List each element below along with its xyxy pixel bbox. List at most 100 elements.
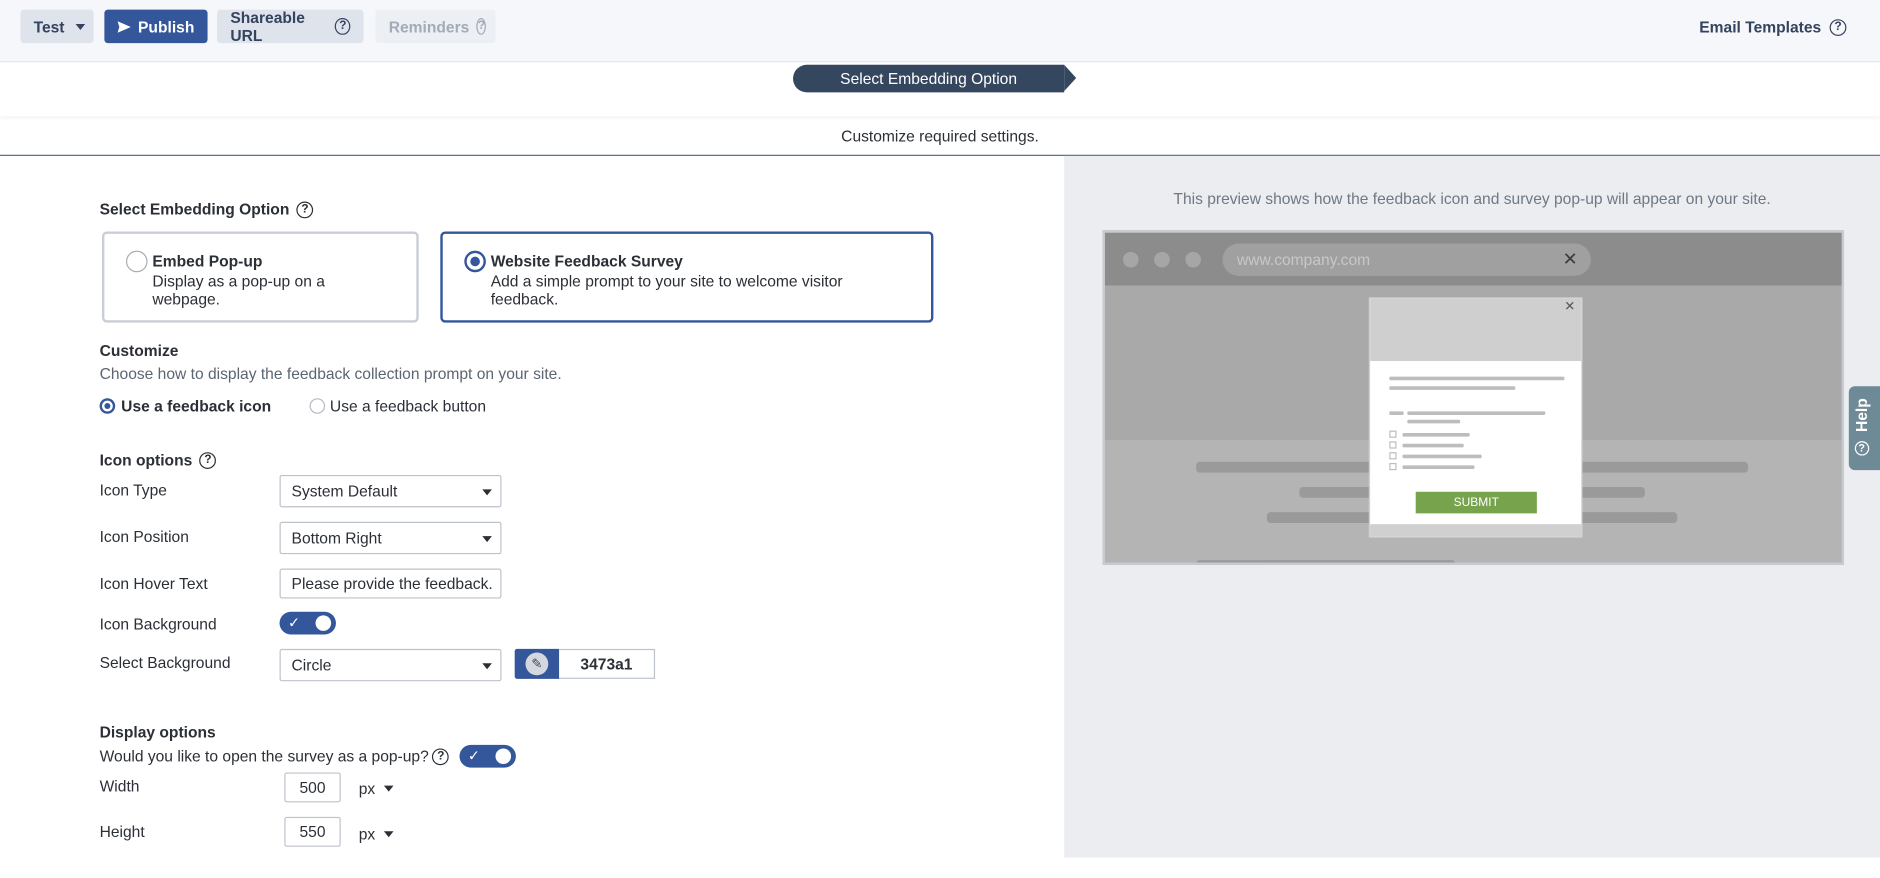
url-text: www.company.com (1236, 250, 1371, 269)
popup-line (1402, 465, 1475, 469)
popup-question-text: Would you like to open the survey as a p… (99, 747, 429, 766)
email-templates-link[interactable]: Email Templates ? (1699, 17, 1847, 36)
question-icon: ? (1855, 441, 1870, 456)
close-icon: ✕ (1562, 249, 1578, 270)
email-templates-label: Email Templates (1699, 17, 1822, 36)
icon-position-select[interactable]: Bottom Right (279, 521, 502, 555)
option-desc: Add a simple prompt to your site to welc… (491, 272, 843, 308)
height-label: Height (99, 822, 145, 841)
select-background-label: Select Background (99, 653, 231, 672)
radio-feedback-button-label[interactable]: Use a feedback button (330, 397, 486, 415)
icon-hover-text-label: Icon Hover Text (99, 574, 208, 593)
preview-pane: This preview shows how the feedback icon… (1064, 155, 1880, 858)
option-website-feedback-survey[interactable]: Website Feedback Survey Add a simple pro… (440, 231, 934, 323)
icon-background-toggle[interactable]: ✓ (279, 611, 336, 635)
question-icon[interactable]: ? (296, 200, 314, 218)
browser-top-bar: www.company.com ✕ (1104, 232, 1842, 286)
caret-down-icon (482, 489, 492, 496)
popup-line (1402, 443, 1464, 448)
option-desc-line: Add a simple prompt to your site to welc… (490, 272, 843, 291)
submit-button-mockup: SUBMIT (1415, 491, 1537, 514)
survey-popup-mockup: ✕ SUBMIT (1368, 297, 1583, 538)
popup-line (1389, 411, 1404, 416)
embedding-heading-text: Select Embedding Option (99, 200, 290, 219)
window-dot (1185, 251, 1201, 268)
icon-type-label: Icon Type (99, 480, 167, 499)
radio-website-feedback[interactable] (464, 250, 486, 273)
width-label: Width (99, 777, 140, 796)
option-desc-line: feedback. (490, 290, 559, 309)
popup-line (1402, 433, 1470, 437)
icon-options-heading-text: Icon options (99, 450, 193, 469)
width-input[interactable]: 500 (284, 772, 341, 803)
top-toolbar: Test Publish Shareable URL ? Reminders ?… (0, 0, 1880, 63)
test-label: Test (33, 17, 65, 36)
popup-toggle[interactable]: ✓ (459, 744, 516, 768)
window-dot (1122, 251, 1139, 268)
step-title: Select Embedding Option (840, 69, 1018, 88)
radio-feedback-icon-label[interactable]: Use a feedback icon (121, 397, 271, 415)
help-text: Help (1852, 398, 1871, 433)
customize-heading: Customize (99, 341, 179, 360)
send-icon (117, 20, 131, 33)
question-icon[interactable]: ? (199, 451, 217, 469)
icon-type-value: System Default (291, 482, 398, 501)
check-icon: ✓ (287, 614, 301, 631)
popup-line (1407, 411, 1546, 416)
icon-type-select[interactable]: System Default (279, 474, 502, 508)
display-options-heading: Display options (99, 723, 216, 742)
reminders-button[interactable]: Reminders ? (375, 9, 496, 44)
height-unit-dropdown[interactable]: px (358, 825, 394, 844)
width-unit-value: px (358, 779, 376, 798)
icon-position-value: Bottom Right (291, 528, 382, 547)
option-embed-popup[interactable]: Embed Pop-up Display as a pop-up on a we… (101, 231, 419, 323)
popup-checkbox (1389, 452, 1397, 460)
pencil-icon: ✎ (525, 652, 549, 676)
radio-embed-popup[interactable] (125, 250, 148, 273)
select-background-value: Circle (291, 656, 332, 675)
url-bar: www.company.com ✕ (1222, 243, 1591, 276)
shareable-url-button[interactable]: Shareable URL ? (217, 8, 364, 45)
radio-feedback-button[interactable] (309, 398, 326, 414)
option-title: Website Feedback Survey (490, 251, 683, 270)
height-unit-value: px (358, 825, 376, 844)
popup-checkbox (1389, 430, 1397, 438)
option-desc: Display as a pop-up on a webpage. (152, 272, 325, 308)
publish-button[interactable]: Publish (104, 9, 208, 44)
customize-desc: Choose how to display the feedback colle… (99, 364, 562, 383)
option-title: Embed Pop-up (152, 251, 263, 270)
option-desc-line: Display as a pop-up on a (152, 272, 325, 291)
height-input[interactable]: 550 (284, 816, 341, 847)
browser-mockup: www.company.com ✕ ✕ SUBMIT (1102, 230, 1845, 565)
caret-down-icon (482, 663, 492, 670)
caret-down-icon (75, 23, 85, 30)
shareable-label: Shareable URL (230, 8, 305, 45)
popup-footer (1370, 524, 1582, 537)
close-icon: ✕ (1564, 299, 1576, 315)
select-background-select[interactable]: Circle (279, 648, 502, 682)
caret-down-icon (482, 536, 492, 543)
question-icon[interactable]: ? (476, 17, 487, 35)
color-picker-button[interactable]: ✎ (514, 648, 560, 679)
step-chip[interactable]: Select Embedding Option (793, 64, 1077, 93)
question-icon[interactable]: ? (335, 17, 351, 35)
publish-label: Publish (138, 17, 195, 36)
preview-note: This preview shows how the feedback icon… (1173, 189, 1771, 208)
icon-position-label: Icon Position (99, 527, 189, 546)
color-hex-input[interactable]: 3473a1 (559, 648, 656, 679)
popup-question: Would you like to open the survey as a p… (100, 747, 450, 765)
question-icon[interactable]: ? (1829, 18, 1847, 36)
test-dropdown-button[interactable]: Test (20, 9, 94, 44)
width-unit-dropdown[interactable]: px (358, 779, 394, 798)
icon-background-label: Icon Background (99, 615, 217, 634)
reminders-label: Reminders (388, 17, 470, 36)
option-desc-line: webpage. (152, 290, 221, 309)
icon-hover-text-input[interactable]: Please provide the feedback. (279, 568, 502, 599)
help-tab[interactable]: ? Help (1848, 386, 1880, 471)
window-dot (1154, 251, 1170, 268)
icon-options-heading: Icon options ? (100, 451, 217, 469)
popup-checkbox (1389, 441, 1397, 449)
question-icon[interactable]: ? (432, 747, 450, 765)
radio-feedback-icon[interactable] (99, 398, 116, 414)
icon-hover-text-value: Please provide the feedback. (291, 574, 493, 593)
